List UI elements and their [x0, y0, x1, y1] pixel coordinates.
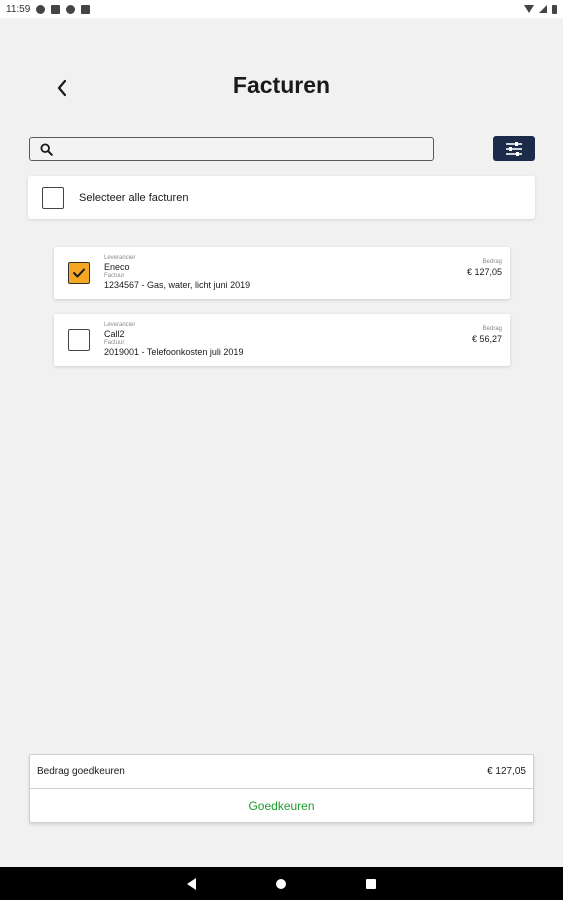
notification-c-icon: [66, 4, 76, 14]
invoice-label: Factuur: [104, 273, 125, 279]
nav-recent-icon[interactable]: [366, 878, 376, 889]
notification-a-icon: [36, 4, 46, 14]
invoice-amount: € 127,05: [466, 267, 502, 277]
invoice-checkbox[interactable]: [68, 262, 90, 284]
amount-col: Bedrag € 127,05: [467, 259, 502, 278]
status-right: [524, 4, 557, 14]
select-all-card[interactable]: Selecteer alle facturen: [28, 176, 535, 219]
checkmark-icon: [73, 268, 85, 278]
summary-row: Bedrag goedkeuren € 127,05: [30, 755, 533, 789]
invoice-card[interactable]: Leverancier Eneco Factuur 1234567 - Gas,…: [54, 247, 510, 299]
invoice-description: 1234567 - Gas, water, licht juni 2019: [104, 280, 251, 290]
summary-amount: € 127,05: [487, 766, 526, 777]
nav-home-icon[interactable]: [276, 878, 286, 889]
sliders-icon: [506, 141, 522, 156]
invoice-info: Leverancier Call2 Factuur 2019001 - Tele…: [104, 322, 510, 358]
select-all-label: Selecteer alle facturen: [79, 191, 189, 204]
search-icon: [40, 142, 53, 156]
amount-label: Bedrag: [482, 259, 502, 265]
invoice-amount: € 56,27: [471, 334, 502, 344]
status-time: 11:59: [6, 3, 31, 15]
invoice-checkbox[interactable]: [68, 329, 90, 351]
battery-icon: [552, 4, 557, 14]
search-input[interactable]: [53, 138, 433, 160]
invoice-description: 2019001 - Telefoonkosten juli 2019: [104, 347, 244, 357]
notification-b-icon: [51, 4, 61, 14]
supplier-name: Eneco: [104, 262, 130, 272]
select-all-checkbox[interactable]: [42, 186, 64, 209]
amount-col: Bedrag € 56,27: [472, 326, 502, 345]
filter-button[interactable]: [493, 136, 535, 161]
notification-d-icon: [81, 4, 91, 14]
summary-panel: Bedrag goedkeuren € 127,05 Goedkeuren: [29, 754, 534, 823]
nav-back-icon[interactable]: [187, 877, 196, 890]
wifi-icon: [524, 5, 534, 13]
page-title: Facturen: [232, 72, 331, 98]
nav-bar: [0, 867, 563, 900]
search-box[interactable]: [29, 137, 434, 161]
summary-label: Bedrag goedkeuren: [37, 766, 125, 777]
invoice-card[interactable]: Leverancier Call2 Factuur 2019001 - Tele…: [54, 314, 510, 366]
supplier-label: Leverancier: [104, 322, 136, 328]
supplier-label: Leverancier: [104, 255, 136, 261]
amount-label: Bedrag: [482, 326, 502, 332]
approve-button[interactable]: Goedkeuren: [30, 789, 533, 823]
status-bar: 11:59: [0, 0, 563, 18]
invoice-label: Factuur: [104, 340, 125, 346]
signal-icon: [539, 5, 547, 13]
invoice-info: Leverancier Eneco Factuur 1234567 - Gas,…: [104, 255, 510, 291]
supplier-name: Call2: [104, 329, 125, 339]
status-left: 11:59: [6, 3, 91, 15]
